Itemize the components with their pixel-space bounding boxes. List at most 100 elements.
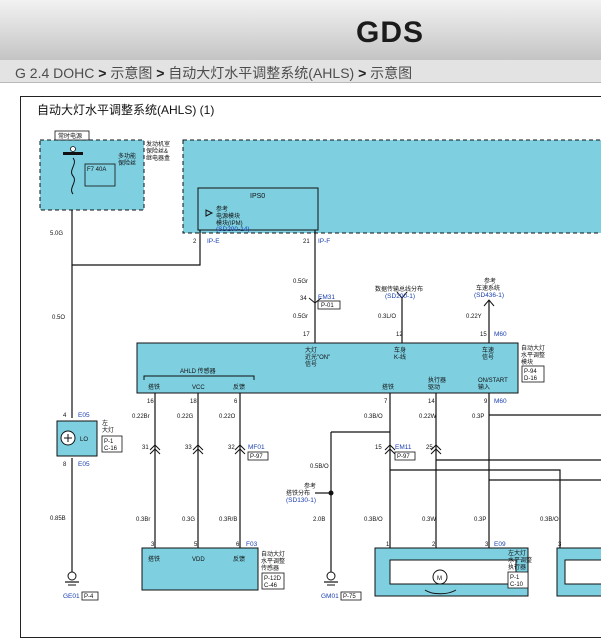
module-in1-1: 大灯 (305, 346, 317, 354)
pin-34: 34 (300, 296, 307, 302)
sensor-name-1: 自动大灯 (261, 550, 285, 558)
connector-e05-b[interactable]: E05 (78, 461, 90, 468)
lamp-label-1: 左 (102, 419, 108, 427)
ref-can: 数据传输总线分布 (375, 285, 423, 293)
pin-17: 17 (303, 332, 310, 338)
connector-em11[interactable]: EM11 (395, 444, 412, 451)
splice-dot (328, 490, 334, 496)
pin-2: 2 (193, 239, 197, 245)
wire-label-0-3bo-c: 0.3B/O (540, 517, 559, 523)
fuse-desc-1: 发动机室 (146, 140, 170, 148)
wire-label-5-0g: 5.0G (50, 231, 63, 237)
wire-bo-right (390, 469, 561, 548)
module-name-3: 模块 (521, 358, 533, 366)
mf01-ref[interactable]: P-97 (250, 454, 263, 460)
module-ref-1[interactable]: P-94 (524, 369, 537, 375)
ipm-ref-2: 电源模块 (216, 212, 240, 220)
wire-label-0-3p-b: 0.3P (474, 517, 486, 523)
module-pin-on-start-2: 输入 (478, 383, 490, 391)
wire-label-0-3bo-b: 0.3B/O (364, 517, 383, 523)
ref-gnd-2: 搭铁分布 (286, 489, 310, 497)
module-pin-gnd: 搭铁 (382, 383, 394, 391)
connector-e05-a[interactable]: E05 (78, 412, 90, 419)
lamp-ref-2[interactable]: C-16 (104, 446, 118, 452)
module-name-2: 水平调整 (521, 351, 545, 359)
sensor-name-2: 水平调整 (261, 557, 285, 565)
em31-ref[interactable]: P-01 (321, 303, 334, 309)
sensor-pin-vdd: VDD (192, 557, 205, 563)
ground-ge01-ref[interactable]: P-4 (84, 594, 94, 600)
wire-label-0-5gr-a: 0.5Gr (293, 279, 308, 285)
ref-speed-1: 参考 (484, 277, 496, 285)
wire-label-0-22w: 0.22W (419, 414, 437, 420)
module-ref-2[interactable]: D-16 (524, 376, 538, 382)
pin-4: 4 (63, 413, 67, 419)
connector-f03[interactable]: F03 (246, 541, 258, 548)
wiring-diagram: .blk { fill:#7ecfe0; stroke:#111; stroke… (39, 130, 601, 601)
connector-ip-f[interactable]: IP-F (318, 238, 330, 245)
connector-ip-e[interactable]: IP-E (207, 238, 220, 245)
ipm-ref-link[interactable]: (SD200-14) (216, 226, 250, 233)
pin-9: 9 (484, 399, 488, 405)
connector-m60-a[interactable]: M60 (494, 331, 507, 338)
wire-label-0-22g: 0.22G (177, 414, 194, 420)
terminal-icon (70, 146, 76, 152)
module-in3-2: 信号 (482, 353, 494, 361)
wire-label-0-3br: 0.3Br (136, 517, 150, 523)
pin-15: 15 (480, 332, 487, 338)
em11-ref[interactable]: P-97 (397, 454, 410, 460)
connector-m60-b[interactable]: M60 (494, 398, 507, 405)
actuator-ref-2[interactable]: C-10 (510, 582, 524, 588)
wire-label-0-3lo: 0.3L/O (378, 314, 396, 320)
ground-gm01-label[interactable]: GM01 (321, 593, 339, 600)
wire-label-0-85b: 0.85B (50, 516, 66, 522)
fuse-sub-1: 多功能 (118, 152, 136, 160)
wire-label-0-5bo: 0.5B/O (310, 464, 329, 470)
actuator-name-3: 执行器 (508, 563, 526, 571)
wire-label-0-3p-a: 0.3P (472, 414, 484, 420)
fuse-sub-2: 保险丝 (118, 159, 136, 167)
pin-33: 33 (185, 445, 192, 451)
module-pin-feedback: 反馈 (233, 383, 245, 391)
pin-32: 32 (228, 445, 235, 451)
module-in1-3: 信号 (305, 360, 317, 368)
ground-ge01-label[interactable]: GE01 (63, 593, 80, 600)
connector-mf01[interactable]: MF01 (248, 444, 265, 451)
pin-31: 31 (142, 445, 149, 451)
pin-25: 25 (426, 445, 433, 451)
pin-12: 12 (396, 332, 403, 338)
module-in2-2: K-线 (394, 353, 406, 361)
pin-7: 7 (384, 399, 388, 405)
pin-8: 8 (63, 462, 67, 468)
ground-gm01-ref[interactable]: P-75 (343, 594, 356, 600)
fuse-desc-3: 继电器盒 (146, 154, 170, 162)
ref-can-link[interactable]: (SD200-1) (385, 293, 415, 300)
wire-label-0-22o: 0.22O (219, 414, 236, 420)
module-pin-vcc: VCC (192, 385, 205, 391)
module-in1-2: 近光"ON" (305, 353, 330, 361)
actuator-name-2: 水平调整 (508, 556, 532, 564)
lamp-ref-1[interactable]: P-1 (104, 439, 114, 445)
connector-em31[interactable]: EM31 (318, 294, 335, 301)
actuator-name-1: 左大灯 (508, 549, 526, 557)
module-pin-act-1: 执行器 (428, 376, 446, 384)
wire-label-0-3rb: 0.3R/B (219, 517, 237, 523)
sensor-ref-1[interactable]: P-12D (264, 576, 282, 582)
actuator-ref-1[interactable]: P-1 (510, 575, 520, 581)
pin-21: 21 (303, 239, 310, 245)
wire-label-0-22br: 0.22Br (132, 414, 150, 420)
ground-gm01 (324, 571, 338, 586)
actuator-inner (389, 559, 517, 585)
wire-label-2-0b: 2.0B (313, 517, 325, 523)
ref-gnd-link[interactable]: (SD130-1) (286, 497, 316, 504)
pin-14: 14 (428, 399, 435, 405)
sensor-name-3: 传感器 (261, 564, 279, 572)
connector-e09[interactable]: E09 (494, 541, 506, 548)
wire-label-0-22y: 0.22Y (466, 314, 482, 320)
ref-speed-link[interactable]: (SD436-1) (474, 292, 504, 299)
busbar-icon (63, 152, 83, 155)
module-in2-1: 车身 (394, 346, 406, 354)
sensor-ref-2[interactable]: C-46 (264, 583, 278, 589)
wire-label-0-5o: 0.5O (52, 315, 65, 321)
sensor-pin-feedback: 反馈 (233, 555, 245, 563)
